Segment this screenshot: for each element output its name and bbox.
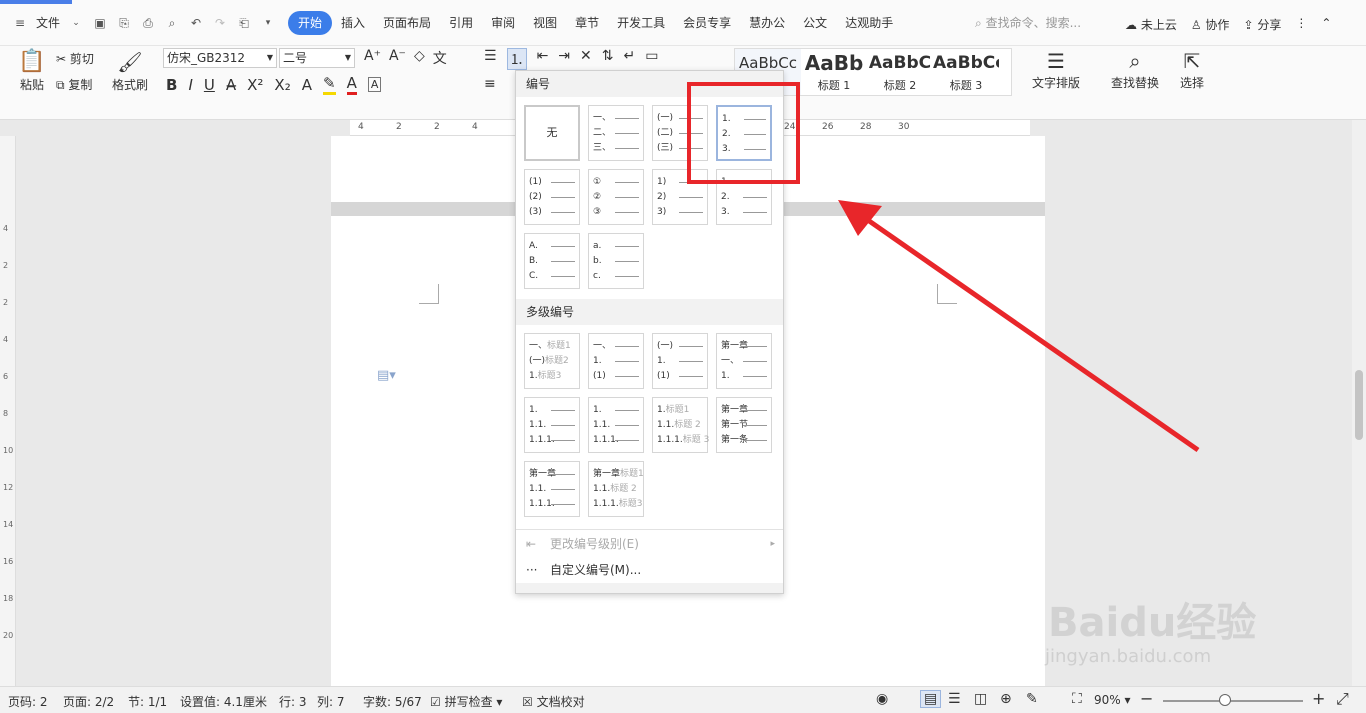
status-row[interactable]: 行: 3	[279, 693, 307, 710]
web-view-icon[interactable]: ⊕	[1000, 691, 1012, 707]
status-page[interactable]: 页面: 2/2	[63, 693, 114, 710]
expand-icon[interactable]: ⤢	[1336, 689, 1349, 709]
pen-icon[interactable]: ✎	[1026, 691, 1038, 707]
reading-view-icon[interactable]: ◫	[974, 691, 987, 707]
status-section[interactable]: 节: 1/1	[128, 693, 167, 710]
zoom-slider-thumb[interactable]	[1219, 694, 1231, 706]
status-word-count[interactable]: 字数: 5/67	[363, 693, 422, 710]
outline-view-icon[interactable]: ☰	[948, 691, 961, 707]
eye-icon[interactable]: ◉	[876, 691, 888, 707]
doc-check-button[interactable]: ☒ 文档校对	[522, 693, 585, 710]
arrow-head	[838, 200, 882, 236]
page-view-icon[interactable]: ▤	[920, 690, 942, 708]
doc-check-icon: ☒	[522, 695, 533, 709]
zoom-slider[interactable]	[1163, 694, 1303, 706]
arrow-shaft	[860, 213, 1200, 453]
zoom-in-icon[interactable]: +	[1312, 689, 1325, 708]
fit-page-icon[interactable]: ⛶	[1072, 691, 1082, 707]
status-bar: 页码: 2 页面: 2/2 节: 1/1 设置值: 4.1厘米 行: 3 列: …	[0, 686, 1366, 713]
status-position[interactable]: 设置值: 4.1厘米	[180, 693, 267, 710]
zoom-out-icon[interactable]: −	[1140, 689, 1153, 708]
checkbox-icon: ☑	[430, 695, 441, 709]
status-col[interactable]: 列: 7	[317, 693, 345, 710]
zoom-level[interactable]: 90% ▾	[1094, 693, 1131, 707]
spell-check-button[interactable]: ☑ 拼写检查 ▾	[430, 693, 502, 710]
pointer-arrow	[838, 200, 1200, 453]
status-page-code[interactable]: 页码: 2	[8, 693, 48, 710]
